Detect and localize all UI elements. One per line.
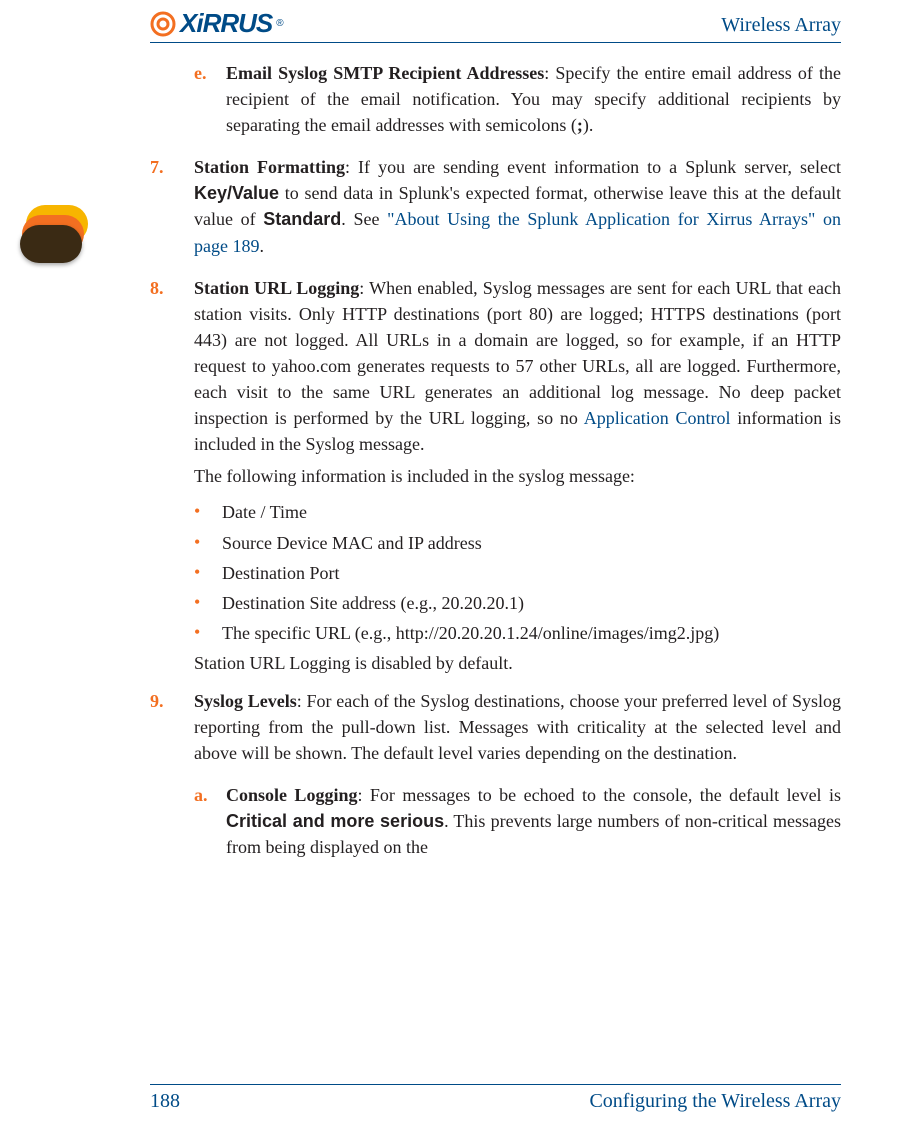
text-8-disabled: Station URL Logging is disabled by defau…: [150, 650, 841, 676]
logo-registered: ®: [276, 18, 283, 29]
marker-9: 9.: [150, 688, 194, 766]
link-application-control[interactable]: Application Control: [584, 408, 731, 428]
page-number: 188: [150, 1090, 180, 1113]
list-item-8: 8. Station URL Logging: When enabled, Sy…: [150, 275, 841, 458]
bullet-icon: •: [194, 560, 222, 586]
marker-8: 8.: [150, 275, 194, 458]
list-item-9: 9. Syslog Levels: For each of the Syslog…: [150, 688, 841, 766]
text-e: Email Syslog SMTP Recipient Addresses: S…: [226, 60, 841, 138]
list-item: • Date / Time: [194, 499, 841, 525]
bullet-icon: •: [194, 620, 222, 646]
bullet-icon: •: [194, 590, 222, 616]
footer-section-title: Configuring the Wireless Array: [589, 1090, 841, 1113]
bullet-icon: •: [194, 499, 222, 525]
bullet-icon: •: [194, 530, 222, 556]
text-9: Syslog Levels: For each of the Syslog de…: [194, 688, 841, 766]
side-tab-icon: [20, 195, 80, 265]
list-item: • Source Device MAC and IP address: [194, 530, 841, 556]
list-item: • Destination Site address (e.g., 20.20.…: [194, 590, 841, 616]
marker-7: 7.: [150, 154, 194, 258]
marker-a: a.: [194, 782, 226, 860]
text-a: Console Logging: For messages to be echo…: [226, 782, 841, 860]
list-item-a: a. Console Logging: For messages to be e…: [150, 782, 841, 860]
header-rule: [150, 42, 841, 43]
list-item: • The specific URL (e.g., http://20.20.2…: [194, 620, 841, 646]
text-7: Station Formatting: If you are sending e…: [194, 154, 841, 258]
text-8: Station URL Logging: When enabled, Syslo…: [194, 275, 841, 458]
list-item-e: e. Email Syslog SMTP Recipient Addresses…: [150, 60, 841, 138]
bullet-list-8: • Date / Time • Source Device MAC and IP…: [150, 499, 841, 645]
footer-rule: [150, 1084, 841, 1085]
text-8-intro: The following information is included in…: [150, 463, 841, 489]
list-item-7: 7. Station Formatting: If you are sendin…: [150, 154, 841, 258]
page-content: e. Email Syslog SMTP Recipient Addresses…: [150, 60, 841, 1067]
marker-e: e.: [194, 60, 226, 138]
logo-mark-icon: [150, 11, 176, 37]
logo-word: XiRRUS: [180, 8, 272, 39]
list-item: • Destination Port: [194, 560, 841, 586]
page: XiRRUS ® Wireless Array e. Email Syslog …: [0, 0, 901, 1137]
header-product-title: Wireless Array: [721, 14, 841, 37]
brand-logo: XiRRUS ®: [150, 8, 284, 39]
